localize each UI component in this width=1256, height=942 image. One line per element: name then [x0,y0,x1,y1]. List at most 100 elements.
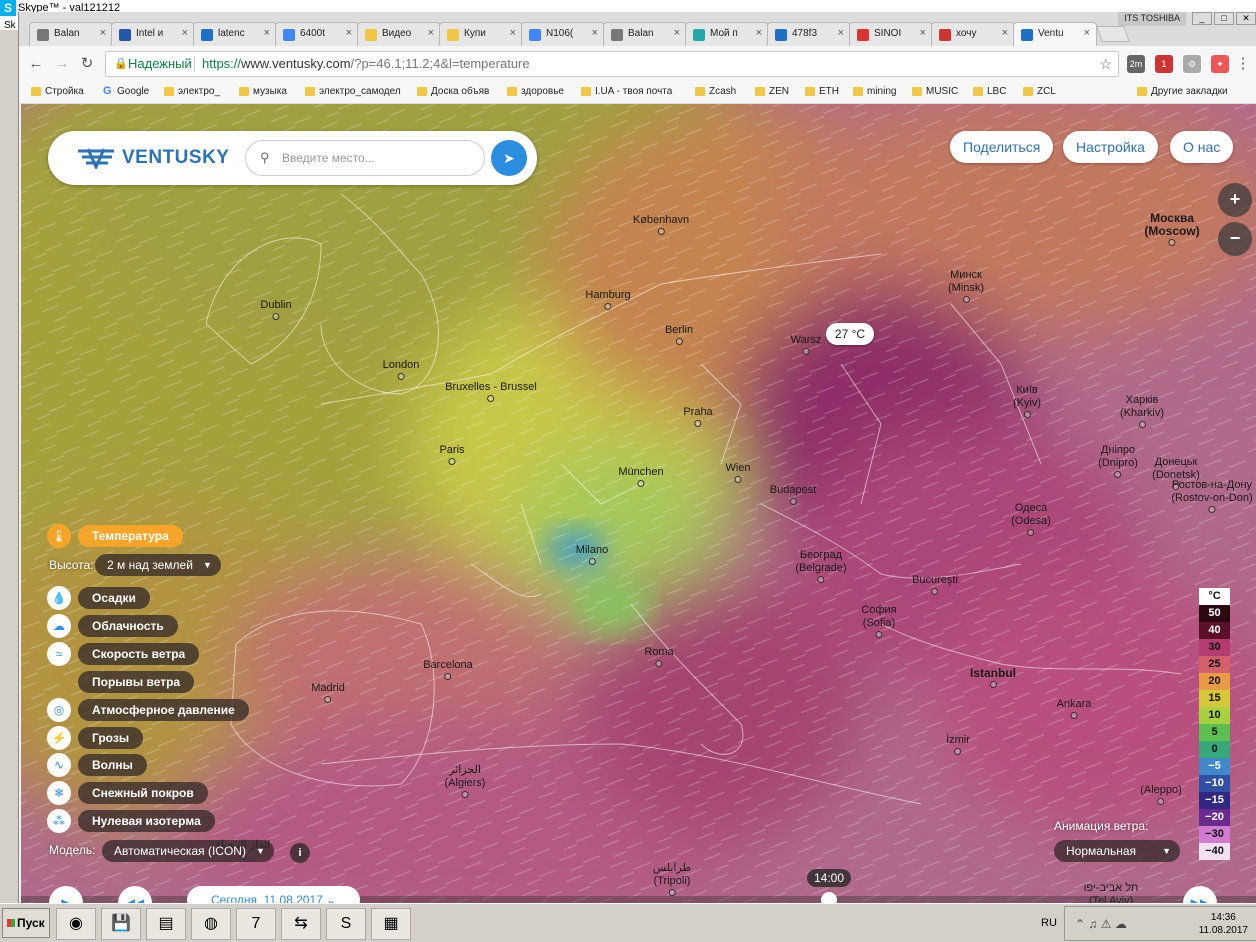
city-label[interactable]: London [383,359,419,380]
city-label[interactable]: (Aleppo) [1140,784,1182,805]
bookmark-item[interactable]: Другие закладки [1137,86,1228,97]
height-select[interactable]: 2 м над землей ▼ [95,554,221,576]
close-tab-icon[interactable]: × [510,27,516,39]
city-label[interactable]: Madrid [311,682,345,703]
city-label[interactable]: Dublin [260,299,292,320]
close-tab-icon[interactable]: × [1002,27,1008,39]
close-tab-icon[interactable]: × [264,27,270,39]
city-label[interactable]: Харків (Kharkiv) [1120,394,1164,428]
taskbar-app-icon[interactable]: ◍ [191,908,231,940]
tab-4[interactable]: 6400t × [275,22,359,46]
city-label[interactable]: Минск (Minsk) [948,269,984,303]
city-label[interactable]: София (Sofia) [861,604,897,638]
layer-6[interactable]: ⚡ Грозы [47,725,144,750]
bookmark-item[interactable]: Zcash [695,86,736,97]
city-label[interactable]: الجزائر (Algiers) [445,764,485,798]
layer-temperature[interactable]: 🌡 Температура [47,524,183,548]
layer-1[interactable]: 💧 Осадки [47,586,150,610]
forward-button[interactable]: → [53,55,71,73]
back-button[interactable]: ← [27,55,45,73]
close-tab-icon[interactable]: × [428,27,434,39]
layer-7[interactable]: ∿ Волны [47,753,147,778]
tab-5[interactable]: Видео × [357,22,441,46]
city-label[interactable]: Roma [644,646,674,667]
tab-10[interactable]: 478f3 × [767,22,851,46]
browser-menu-button[interactable]: ⋮ [1234,55,1252,73]
city-label[interactable]: København [633,214,689,235]
bookmark-item[interactable]: Доска объяв [417,86,489,97]
bookmark-item[interactable]: ZEN [755,86,789,97]
about-button[interactable]: О нас [1170,131,1234,163]
city-label[interactable]: Дніпро (Dnipro) [1098,444,1138,478]
tab-3[interactable]: latenc × [193,22,277,46]
ventusky-logo[interactable]: VENTUSKY [78,146,229,170]
city-label[interactable]: Москва (Moscow) [1144,212,1200,246]
city-label[interactable]: Ankara [1057,698,1091,719]
tab-9[interactable]: Мой п × [685,22,769,46]
extension-icon[interactable]: ✦ [1211,55,1229,73]
tab-7[interactable]: N106(× [521,22,605,46]
taskbar-app-icon[interactable]: ⇆ [281,908,321,940]
tab-12[interactable]: хочу × [931,22,1015,46]
zoom-in-button[interactable]: + [1218,183,1252,217]
city-label[interactable]: München [618,466,664,487]
taskbar-app-icon[interactable]: ▤ [146,908,186,940]
place-search-input[interactable]: ⚲ Введите место... [245,140,485,176]
city-label[interactable]: Berlin [665,324,693,345]
bookmark-item[interactable]: LBC [973,86,1006,97]
city-label[interactable]: Budapest [770,484,816,505]
taskbar-app-icon[interactable]: ◉ [56,908,96,940]
taskbar-app-icon[interactable]: S [326,908,366,940]
close-tab-icon[interactable]: × [674,27,680,39]
tab-11[interactable]: SINOI × [849,22,933,46]
address-bar[interactable]: 🔒 Надежный https://www.ventusky.com/?p=4… [105,51,1119,77]
extension-icon[interactable]: 1 [1155,55,1173,73]
model-select[interactable]: Автоматическая (ICON) ▼ [102,840,274,862]
start-button[interactable]: Пуск [2,908,50,938]
layer-9[interactable]: ⁂ Нулевая изотерма [47,809,215,834]
clock[interactable]: 14:36 11.08.2017 [1199,911,1248,937]
bookmark-item[interactable]: G Google [103,85,149,97]
settings-button[interactable]: Настройка [1063,131,1158,163]
bookmark-item[interactable]: электро_ [164,86,220,97]
maximize-button[interactable]: □ [1214,12,1234,25]
bookmark-item[interactable]: I.UA - твоя почта [581,86,672,97]
city-label[interactable]: Milano [576,544,608,565]
my-location-button[interactable]: ➤ [491,140,527,176]
share-button[interactable]: Поделиться [950,131,1054,163]
tab-1[interactable]: Balan × [29,22,113,46]
city-label[interactable]: Београд (Belgrade) [795,549,847,583]
extension-icon[interactable]: ⚙ [1183,55,1201,73]
wind-animation-select[interactable]: Нормальная ▼ [1054,840,1180,862]
city-label[interactable]: Istanbul [970,667,1016,688]
city-label[interactable]: Ростов-на-Дону (Rostov-on-Don) [1171,479,1253,513]
close-tab-icon[interactable]: × [100,27,106,39]
tab-13[interactable]: Ventu × [1013,22,1097,47]
city-label[interactable]: Київ (Kyiv) [1013,384,1041,418]
layer-3[interactable]: ≈ Скорость ветра [47,641,200,666]
city-label[interactable]: Warsz [791,334,821,355]
city-label[interactable]: İzmir [946,734,970,755]
city-label[interactable]: Hamburg [585,289,631,310]
layer-5[interactable]: ◎ Атмосферное давление [47,697,249,722]
layer-4[interactable]: Порывы ветра [78,670,195,694]
tab-2[interactable]: Intel и × [111,22,195,46]
tab-8[interactable]: Balan × [603,22,687,46]
zoom-out-button[interactable]: − [1218,222,1252,256]
bookmark-item[interactable]: ZCL [1023,86,1056,97]
model-info-button[interactable]: i [290,843,310,863]
city-label[interactable]: Одеса (Odesa) [1011,502,1051,536]
city-label[interactable]: Paris [439,444,465,465]
city-label[interactable]: Wien [725,462,751,483]
language-indicator[interactable]: RU [1041,917,1057,929]
layer-2[interactable]: ☁ Облачность [47,613,178,638]
taskbar-app-icon[interactable]: 💾 [101,908,141,940]
bookmark-item[interactable]: mining [853,86,896,97]
close-tab-icon[interactable]: × [756,27,762,39]
close-tab-icon[interactable]: × [592,27,598,39]
bookmark-item[interactable]: MUSIC [912,86,958,97]
close-tab-icon[interactable]: × [920,27,926,39]
layer-8[interactable]: ❄ Снежный покров [47,781,208,806]
close-tab-icon[interactable]: × [1084,27,1090,39]
new-tab-button[interactable] [1096,26,1130,42]
